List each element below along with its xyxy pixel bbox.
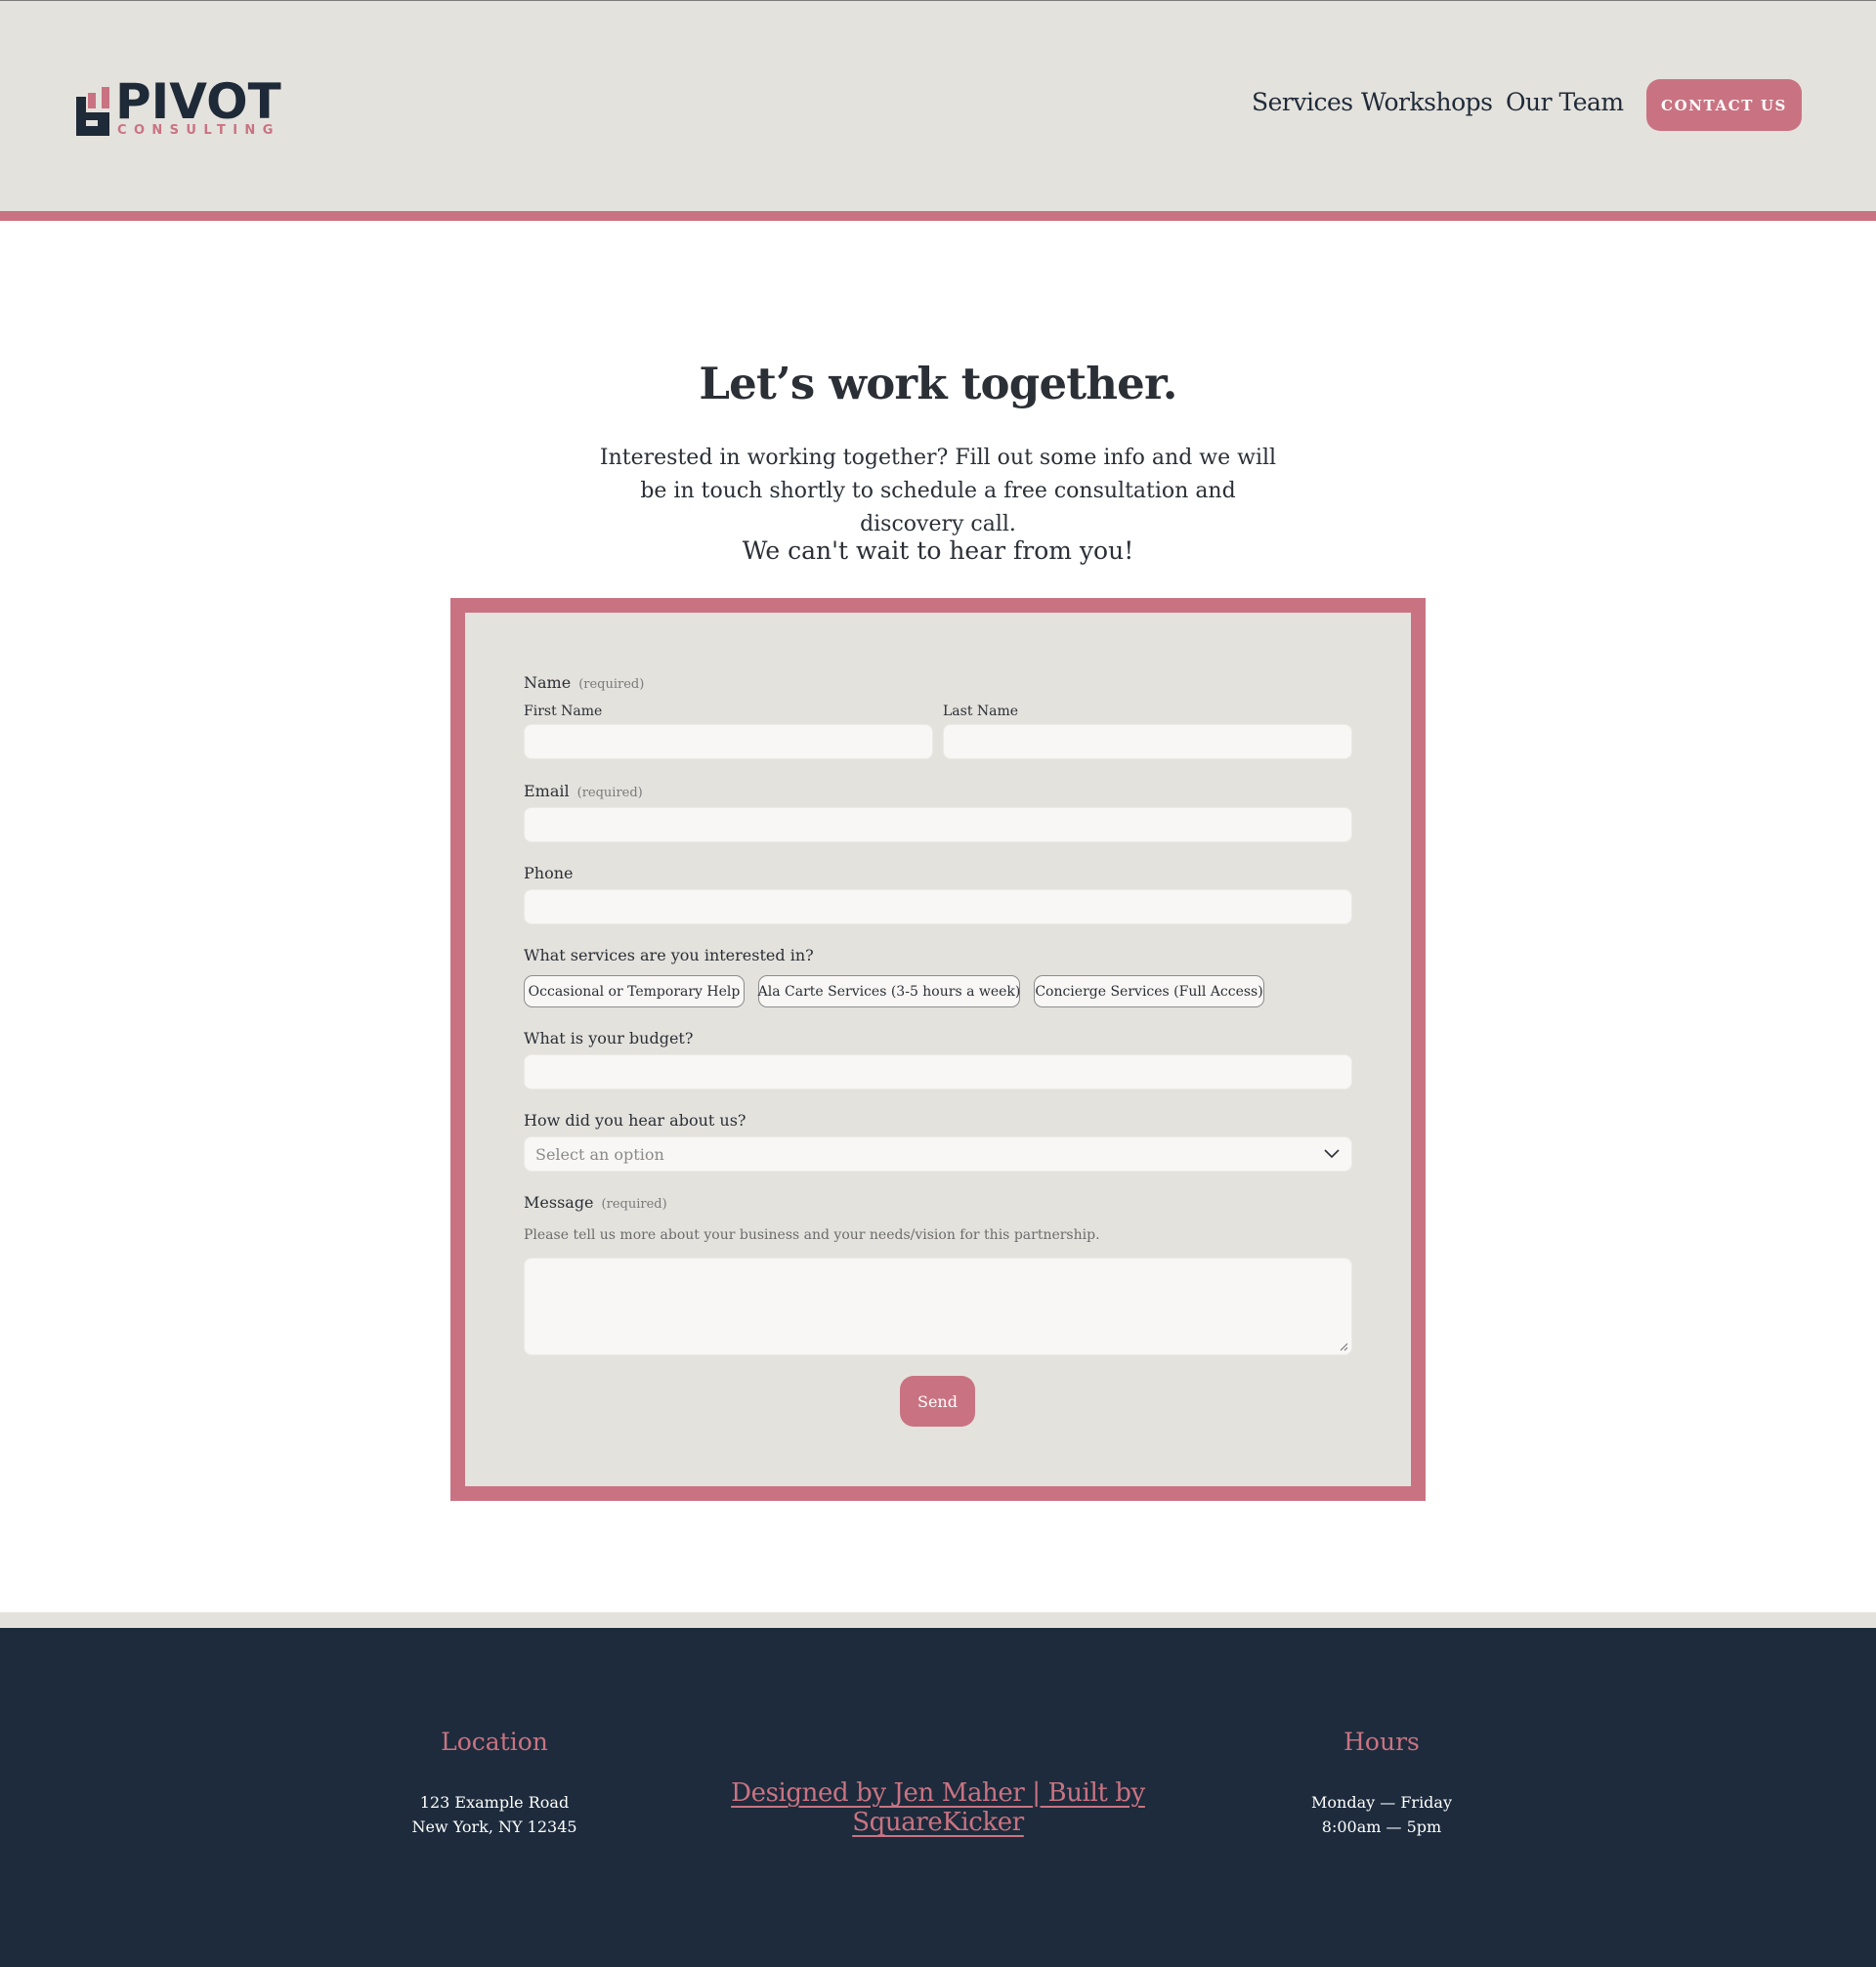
address-line-1: 123 Example Road [419,1793,570,1812]
services-label: What services are you interested in? [524,946,814,964]
logo-mark-icon [76,87,109,136]
nav-services[interactable]: Services [1252,88,1353,116]
message-textarea[interactable] [524,1258,1352,1355]
intro-text: Interested in working together? Fill out… [599,446,1277,536]
select-placeholder: Select an option [535,1145,664,1164]
page-title: Let’s work together. [699,358,1177,409]
footer-address: 123 Example Road New York, NY 12345 [348,1790,641,1839]
hours-line-2: 8:00am — 5pm [1321,1817,1442,1836]
email-label: Email (required) [524,782,643,800]
address-line-2: New York, NY 12345 [411,1817,577,1836]
logo-subtitle: CONSULTING [117,123,280,138]
required-tag: (required) [576,786,643,800]
required-tag: (required) [601,1197,667,1212]
footer-hours-title: Hours [1343,1728,1420,1756]
nav-workshops[interactable]: Workshops [1361,88,1493,116]
service-option-concierge[interactable]: Concierge Services (Full Access) [1034,975,1264,1007]
last-name-label: Last Name [943,704,1019,719]
footer-hours: Monday — Friday 8:00am — 5pm [1235,1790,1528,1839]
chevron-down-icon [1324,1149,1340,1159]
footer-location-title: Location [441,1728,548,1756]
logo[interactable]: PIVOT CONSULTING [76,77,281,142]
service-option-ala-carte[interactable]: Ala Carte Services (3-5 hours a week) [758,975,1020,1007]
hear-about-select[interactable]: Select an option [524,1136,1352,1172]
required-tag: (required) [578,677,645,692]
message-help-text: Please tell us more about your business … [524,1227,1100,1243]
intro-subtitle: We can't wait to hear from you! [742,536,1134,565]
hear-about-label: How did you hear about us? [524,1111,746,1130]
first-name-input[interactable] [524,724,933,759]
email-input[interactable] [524,807,1352,842]
email-label-text: Email [524,782,570,800]
name-label-text: Name [524,673,572,692]
resize-handle-icon[interactable] [1340,1343,1348,1351]
footer-credit-link[interactable]: Designed by Jen Maher | Built by SquareK… [645,1778,1231,1837]
phone-input[interactable] [524,889,1352,924]
message-label-text: Message [524,1193,594,1212]
header-accent-bar [0,211,1876,221]
service-option-occasional[interactable]: Occasional or Temporary Help [524,975,745,1007]
message-label: Message (required) [524,1193,667,1212]
send-button[interactable]: Send [900,1376,975,1427]
contact-us-button[interactable]: CONTACT US [1646,79,1802,131]
budget-input[interactable] [524,1054,1352,1090]
logo-wordmark: PIVOT [115,73,281,130]
phone-label: Phone [524,864,574,882]
first-name-label: First Name [524,704,603,719]
nav-our-team[interactable]: Our Team [1506,88,1624,116]
budget-label: What is your budget? [524,1029,694,1048]
footer-divider [0,1612,1876,1628]
last-name-input[interactable] [943,724,1352,759]
hours-line-1: Monday — Friday [1311,1793,1452,1812]
name-label: Name (required) [524,673,644,692]
